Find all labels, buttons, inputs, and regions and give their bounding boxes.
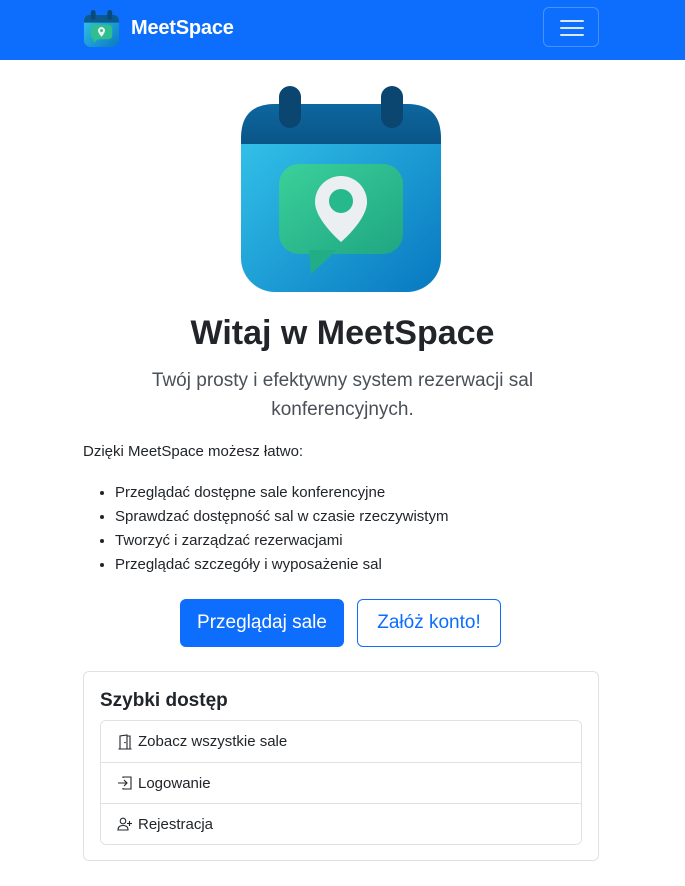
door-icon bbox=[118, 733, 132, 750]
navbar-toggler-button[interactable] bbox=[543, 7, 599, 47]
navbar: MeetSpace bbox=[0, 0, 685, 60]
quick-link-label: Zobacz wszystkie sale bbox=[138, 733, 288, 750]
browse-rooms-button[interactable]: Przeglądaj sale bbox=[180, 599, 344, 647]
person-add-icon bbox=[117, 817, 132, 831]
list-item: Tworzyć i zarządzać rezerwacjami bbox=[115, 529, 448, 553]
intro-text: Dzięki MeetSpace możesz łatwo: bbox=[83, 443, 304, 460]
brand-name: MeetSpace bbox=[131, 16, 234, 39]
list-item: Przeglądać szczegóły i wyposażenie sal bbox=[115, 553, 448, 577]
quick-link-login[interactable]: Logowanie bbox=[101, 762, 581, 803]
quick-link-register[interactable]: Rejestracja bbox=[101, 803, 581, 844]
navbar-brand[interactable]: MeetSpace bbox=[82, 8, 234, 48]
quick-access-list: Zobacz wszystkie sale Logowanie Rejestra… bbox=[100, 720, 582, 845]
page-lead: Twój prosty i efektywny system rezerwacj… bbox=[151, 370, 534, 420]
quick-link-all-rooms[interactable]: Zobacz wszystkie sale bbox=[101, 721, 581, 762]
calendar-location-icon bbox=[241, 86, 441, 292]
list-item: Sprawdzać dostępność sal w czasie rzeczy… bbox=[115, 505, 448, 529]
list-item: Przeglądać dostępne sale konferencyjne bbox=[115, 481, 448, 505]
calendar-location-icon bbox=[83, 9, 120, 47]
quick-access-title: Szybki dostęp bbox=[100, 690, 228, 711]
quick-link-label: Rejestracja bbox=[138, 815, 214, 833]
page-title: Witaj w MeetSpace bbox=[190, 314, 495, 352]
quick-link-label: Logowanie bbox=[138, 774, 211, 792]
features-list: Przeglądać dostępne sale konferencyjne S… bbox=[115, 481, 448, 577]
create-account-button[interactable]: Załóż konto! bbox=[357, 599, 501, 647]
quick-access-card: Szybki dostęp Zobacz wszystkie sale Logo… bbox=[83, 671, 599, 861]
login-icon bbox=[118, 776, 132, 790]
